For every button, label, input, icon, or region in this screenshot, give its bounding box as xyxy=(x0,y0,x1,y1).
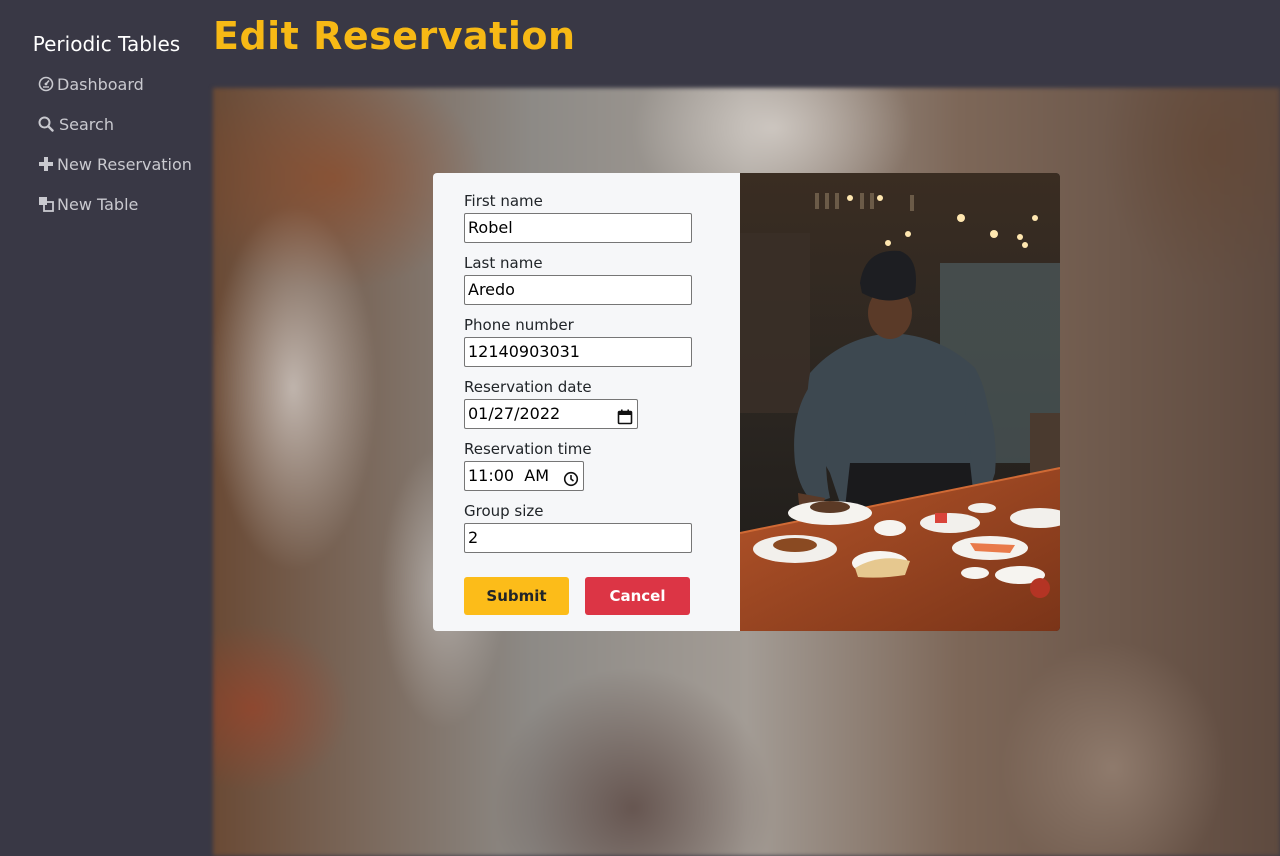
reservation-card: First name Robel Last name Aredo Phone n… xyxy=(433,173,1060,631)
sidebar-item-dashboard[interactable]: Dashboard xyxy=(37,72,144,96)
clock-icon[interactable] xyxy=(563,468,579,487)
reservation-date-field[interactable]: 01/27/2022 xyxy=(464,399,638,429)
chef-photo-illustration xyxy=(740,173,1060,631)
sidebar-item-label: Dashboard xyxy=(57,74,144,94)
reservation-time-label: Reservation time xyxy=(464,440,592,458)
sidebar-item-search[interactable]: Search xyxy=(37,112,114,136)
sidebar-item-label: Search xyxy=(59,114,114,134)
submit-button[interactable]: Submit xyxy=(464,577,569,615)
dashboard-icon xyxy=(37,76,54,93)
group-size-field[interactable]: 2 xyxy=(464,523,692,553)
calendar-icon[interactable] xyxy=(617,406,633,425)
table-icon xyxy=(37,196,54,213)
cancel-button[interactable]: Cancel xyxy=(585,577,690,615)
reservation-date-label: Reservation date xyxy=(464,378,592,396)
sidebar-item-label: New Table xyxy=(57,194,139,214)
first-name-label: First name xyxy=(464,192,543,210)
brand-name[interactable]: Periodic Tables xyxy=(0,32,213,56)
sidebar-item-label: New Reservation xyxy=(57,154,192,174)
last-name-field[interactable]: Aredo xyxy=(464,275,692,305)
reservation-form: First name Robel Last name Aredo Phone n… xyxy=(464,192,704,564)
last-name-label: Last name xyxy=(464,254,543,272)
reservation-date-value: 01/27/2022 xyxy=(468,404,561,423)
sidebar-item-new-table[interactable]: New Table xyxy=(37,192,138,216)
reservation-time-field[interactable]: 11:00 AM xyxy=(464,461,584,491)
plus-icon xyxy=(37,156,54,173)
group-size-label: Group size xyxy=(464,502,544,520)
search-icon xyxy=(37,116,54,133)
phone-number-label: Phone number xyxy=(464,316,574,334)
page-title: Edit Reservation xyxy=(213,14,576,58)
chef-photo xyxy=(740,173,1060,631)
sidebar: Periodic Tables Dashboard Search New Res… xyxy=(0,0,213,856)
phone-number-field[interactable]: 12140903031 xyxy=(464,337,692,367)
sidebar-item-new-reservation[interactable]: New Reservation xyxy=(37,152,192,176)
first-name-field[interactable]: Robel xyxy=(464,213,692,243)
reservation-time-value: 11:00 AM xyxy=(468,466,550,485)
